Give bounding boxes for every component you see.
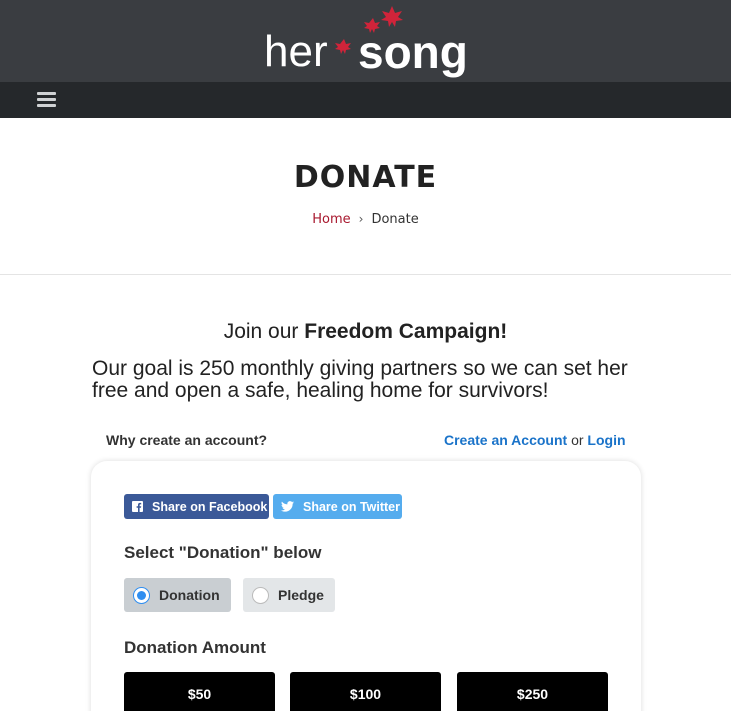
breadcrumb-home-link[interactable]: Home xyxy=(312,212,350,227)
option-pledge-label: Pledge xyxy=(278,587,324,603)
create-account-link[interactable]: Create an Account xyxy=(444,432,567,448)
radio-unchecked-icon[interactable] xyxy=(252,586,269,604)
facebook-icon xyxy=(132,501,143,512)
amount-250-button[interactable]: $250 xyxy=(457,672,608,711)
option-donation[interactable]: Donation xyxy=(124,578,231,612)
select-donation-heading: Select "Donation" below xyxy=(124,543,322,562)
amount-100-button[interactable]: $100 xyxy=(290,672,441,711)
twitter-icon xyxy=(281,501,294,512)
breadcrumb-separator-icon: › xyxy=(358,212,364,226)
share-facebook-label: Share on Facebook xyxy=(152,499,268,514)
share-twitter-button[interactable]: Share on Twitter xyxy=(273,494,402,519)
donation-amount-heading: Donation Amount xyxy=(124,638,266,657)
nav-bar xyxy=(0,82,731,118)
option-donation-label: Donation xyxy=(159,587,220,603)
hersong-logo[interactable]: her song xyxy=(262,2,472,82)
campaign-goal-text: Our goal is 250 monthly giving partners … xyxy=(92,357,628,402)
amount-50-button[interactable]: $50 xyxy=(124,672,275,711)
breadcrumb: Home › Donate xyxy=(0,212,731,227)
why-create-account-link[interactable]: Why create an account? xyxy=(106,432,267,448)
logo-text-song: song xyxy=(358,26,468,78)
header-divider xyxy=(0,274,731,275)
account-links: Create an Account or Login xyxy=(444,432,626,448)
campaign-heading-prefix: Join our xyxy=(223,320,305,343)
campaign-heading-bold: Freedom Campaign! xyxy=(304,320,508,343)
share-twitter-label: Share on Twitter xyxy=(303,499,401,514)
page-title: DONATE xyxy=(293,160,438,195)
breadcrumb-current: Donate xyxy=(371,212,419,227)
option-pledge[interactable]: Pledge xyxy=(243,578,335,612)
hamburger-icon[interactable] xyxy=(37,92,56,108)
logo-text-her: her xyxy=(264,27,328,76)
account-or-text: or xyxy=(571,432,584,448)
radio-checked-icon[interactable] xyxy=(133,586,150,604)
campaign-heading: Join our Freedom Campaign! xyxy=(0,320,731,344)
login-link[interactable]: Login xyxy=(587,432,625,448)
site-header: her song xyxy=(0,0,731,82)
share-facebook-button[interactable]: Share on Facebook xyxy=(124,494,269,519)
